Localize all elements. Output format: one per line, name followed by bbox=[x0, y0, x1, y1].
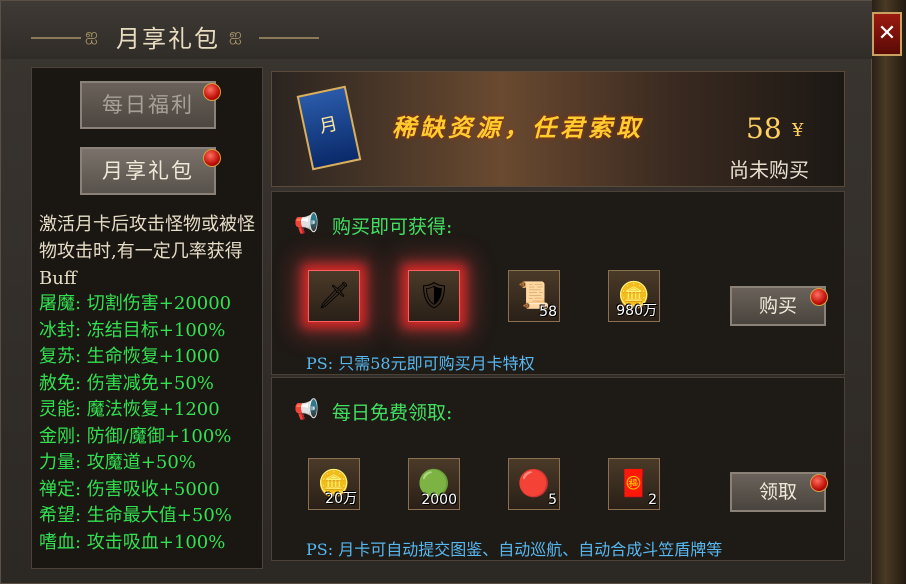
buff-effect: 冻结目标+100% bbox=[86, 319, 226, 341]
daily-item-green-orb[interactable]: 🟢 2000 bbox=[408, 458, 460, 510]
daily-item-red-orb[interactable]: 🔴 5 bbox=[508, 458, 560, 510]
buff-row: 复苏: 生命恢复+1000 bbox=[39, 346, 220, 367]
currency-symbol: ¥ bbox=[792, 120, 804, 141]
buff-effect: 生命恢复+1000 bbox=[86, 346, 220, 367]
buff-effect: 伤害吸收+5000 bbox=[86, 478, 220, 500]
buff-name: 冰封 bbox=[39, 319, 75, 341]
title-bar: ஐ 月享礼包 ஐ bbox=[1, 1, 873, 59]
item-count: 2 bbox=[648, 492, 657, 508]
buff-name: 灵能 bbox=[39, 399, 75, 420]
purchase-section-title: 购买即可获得: bbox=[332, 216, 453, 238]
buff-name: 希望 bbox=[39, 505, 75, 526]
reward-item-sword[interactable]: 🗡 bbox=[308, 270, 360, 322]
claim-button-label: 领取 bbox=[758, 481, 797, 503]
buff-effect: 攻击吸血+100% bbox=[86, 531, 226, 553]
armor-icon: 🛡 bbox=[417, 281, 451, 311]
buff-name: 力量 bbox=[39, 452, 75, 473]
buff-row: 禅定: 伤害吸收+5000 bbox=[39, 478, 220, 500]
sword-icon: 🗡 bbox=[317, 281, 351, 311]
buff-row: 嗜血: 攻击吸血+100% bbox=[39, 531, 226, 553]
title-ornament-right-icon: ஐ bbox=[229, 25, 242, 44]
title-ornament-left-icon: ஐ bbox=[85, 25, 98, 44]
monthly-card-label: 月 bbox=[317, 113, 340, 138]
title-divider-right bbox=[259, 37, 319, 39]
reward-item-gold[interactable]: 🪙 980万 bbox=[608, 270, 660, 322]
buff-row: 屠魔: 切割伤害+20000 bbox=[39, 293, 232, 314]
buff-name: 禅定 bbox=[39, 478, 75, 500]
buy-button-label: 购买 bbox=[758, 295, 797, 317]
monthly-gift-window: ஐ 月享礼包 ஐ 每日福利 月享礼包 激活月卡后攻击怪物或被怪物攻击时,有一定几… bbox=[0, 0, 873, 584]
buff-row: 希望: 生命最大值+50% bbox=[39, 505, 232, 526]
title-divider-left bbox=[31, 37, 81, 39]
daily-item-red-envelope[interactable]: 🧧 2 bbox=[608, 458, 660, 510]
buff-effect: 防御/魔御+100% bbox=[86, 425, 232, 447]
purchase-status: 尚未购买 bbox=[729, 158, 809, 182]
buy-badge-icon bbox=[810, 288, 828, 306]
window-title: 月享礼包 bbox=[116, 25, 220, 53]
buff-name: 复苏 bbox=[39, 346, 75, 367]
banner-slogan: 稀缺资源，任君索取 bbox=[392, 113, 644, 142]
item-count: 2000 bbox=[421, 492, 457, 508]
monthly-gift-badge-icon bbox=[203, 149, 221, 167]
purchase-note: PS: 只需58元即可购买月卡特权 bbox=[306, 354, 535, 373]
promo-banner: 月 稀缺资源，任君索取 58 ¥ 尚未购买 bbox=[271, 71, 845, 187]
buff-row: 力量: 攻魔道+50% bbox=[39, 452, 196, 473]
monthly-card-icon: 月 bbox=[296, 85, 362, 171]
daily-section-title: 每日免费领取: bbox=[332, 402, 453, 424]
buff-effect: 切割伤害+20000 bbox=[86, 293, 232, 314]
banner-price: 58 bbox=[746, 112, 782, 145]
buff-row: 金刚: 防御/魔御+100% bbox=[39, 425, 232, 447]
buff-name: 金刚 bbox=[39, 425, 75, 447]
daily-item-gold[interactable]: 🪙 20万 bbox=[308, 458, 360, 510]
buff-row: 灵能: 魔法恢复+1200 bbox=[39, 399, 220, 420]
item-count: 58 bbox=[539, 304, 557, 320]
background-edge bbox=[872, 0, 906, 584]
buff-name: 屠魔 bbox=[39, 293, 75, 314]
close-button[interactable]: ✕ bbox=[872, 12, 902, 56]
close-icon: ✕ bbox=[877, 21, 897, 46]
buff-effect: 魔法恢复+1200 bbox=[86, 399, 220, 420]
buff-effect: 攻魔道+50% bbox=[86, 452, 196, 473]
nav-daily-welfare-label: 每日福利 bbox=[102, 93, 194, 117]
buff-effect: 生命最大值+50% bbox=[86, 505, 232, 526]
buff-effect: 伤害减免+50% bbox=[86, 372, 214, 394]
buff-list: 屠魔: 切割伤害+20000 冰封: 冻结目标+100% 复苏: 生命恢复+10… bbox=[39, 291, 269, 556]
nav-monthly-gift-button[interactable]: 月享礼包 bbox=[80, 147, 216, 195]
reward-item-scroll[interactable]: 📜 58 bbox=[508, 270, 560, 322]
item-count: 980万 bbox=[616, 303, 657, 319]
daily-welfare-badge-icon bbox=[203, 83, 221, 101]
claim-badge-icon bbox=[810, 474, 828, 492]
purchase-rewards-section: 📢 购买即可获得: 🗡 🛡 📜 58 🪙 980万 购买 PS: 只需58元即可… bbox=[271, 191, 845, 375]
nav-daily-welfare-button[interactable]: 每日福利 bbox=[80, 81, 216, 129]
buff-description: 激活月卡后攻击怪物或被怪物攻击时,有一定几率获得Buff bbox=[39, 214, 255, 289]
speaker-icon: 📢 bbox=[294, 211, 319, 235]
nav-monthly-gift-label: 月享礼包 bbox=[102, 159, 194, 183]
buff-row: 赦免: 伤害减免+50% bbox=[39, 372, 214, 394]
daily-rewards-section: 📢 每日免费领取: 🪙 20万 🟢 2000 🔴 5 🧧 2 领取 PS: 月卡… bbox=[271, 377, 845, 561]
buff-row: 冰封: 冻结目标+100% bbox=[39, 319, 226, 341]
item-count: 20万 bbox=[325, 491, 357, 507]
reward-item-armor[interactable]: 🛡 bbox=[408, 270, 460, 322]
buff-name: 嗜血 bbox=[39, 531, 75, 553]
speaker-icon: 📢 bbox=[294, 397, 319, 421]
buff-name: 赦免 bbox=[39, 372, 75, 394]
item-count: 5 bbox=[548, 492, 557, 508]
daily-note: PS: 月卡可自动提交图鉴、自动巡航、自动合成斗笠盾牌等 bbox=[306, 540, 723, 559]
